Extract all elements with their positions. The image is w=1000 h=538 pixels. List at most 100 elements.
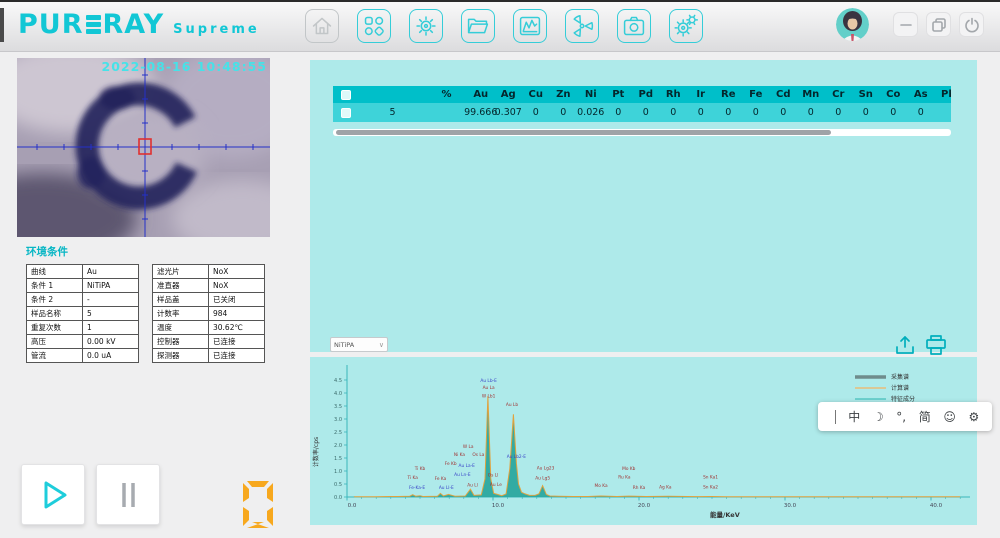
spectrum-button[interactable] xyxy=(513,9,547,43)
results-column-header: Pd xyxy=(632,86,660,103)
env-label: 重复次数 xyxy=(27,321,83,335)
peak-annotation: Fe-Ka-E xyxy=(409,485,425,491)
punctuation-item[interactable]: °, xyxy=(896,411,906,423)
peak-annotation: Au Ll xyxy=(467,483,478,489)
camera-view[interactable]: 2022-08-16 10:48:55 xyxy=(17,58,270,237)
env-label: 条件 1 xyxy=(27,279,83,293)
apps-icon xyxy=(358,9,390,43)
folder-button[interactable] xyxy=(461,9,495,43)
service-button[interactable] xyxy=(669,9,703,43)
ime-settings-icon[interactable]: ⚙ xyxy=(969,411,980,423)
restore-button[interactable] xyxy=(926,12,951,37)
start-button[interactable] xyxy=(21,464,85,525)
env-value: 30.62℃ xyxy=(209,321,265,335)
results-data-row[interactable]: 599.6660.307000.026000000000000 xyxy=(333,103,951,122)
env-value: NiTiPA xyxy=(83,279,139,293)
svg-text:能量/KeV: 能量/KeV xyxy=(710,510,740,519)
export-button[interactable] xyxy=(893,335,917,355)
results-cell: 0 xyxy=(825,103,853,122)
results-column-header: Pt xyxy=(605,86,633,103)
svg-text:0.5: 0.5 xyxy=(334,482,342,488)
checkbox-cell[interactable] xyxy=(333,103,359,122)
brand-e-glyph xyxy=(86,13,101,37)
emoji-icon[interactable]: ☺ xyxy=(943,411,956,423)
peak-annotation: Ni Ka xyxy=(454,452,466,458)
preset-dropdown[interactable]: NiTiPA ∨ xyxy=(330,337,388,352)
results-cell: 0 xyxy=(852,103,880,122)
camera-button[interactable] xyxy=(617,9,651,43)
env-row: 条件 1NiTiPA xyxy=(27,279,139,293)
moon-icon[interactable]: ☽ xyxy=(873,411,884,423)
text-cursor-icon[interactable] xyxy=(835,410,836,424)
env-value: NoX xyxy=(209,265,265,279)
env-row: 条件 2- xyxy=(27,293,139,307)
peak-annotation: Os La xyxy=(472,452,484,458)
seven-segment-digit xyxy=(243,481,273,528)
pause-button[interactable] xyxy=(96,464,160,525)
home-button[interactable] xyxy=(305,9,339,43)
results-column-header: Au xyxy=(467,86,495,103)
peak-annotation: Fe Kb xyxy=(445,461,457,467)
main-toolbar xyxy=(305,9,703,43)
row-checkbox[interactable] xyxy=(341,108,351,118)
minimize-button[interactable] xyxy=(893,12,918,37)
service-icon xyxy=(670,9,702,43)
svg-text:1.0: 1.0 xyxy=(334,469,342,475)
env-label: 控制器 xyxy=(153,335,209,349)
sample-photo xyxy=(17,58,270,237)
results-scrollbar-thumb[interactable] xyxy=(336,130,831,135)
power-button[interactable] xyxy=(959,12,984,37)
camera-timestamp: 2022-08-16 10:48:55 xyxy=(102,59,268,74)
radiation-icon xyxy=(566,9,598,43)
restore-icon xyxy=(931,17,947,33)
preset-dropdown-value: NiTiPA xyxy=(334,341,354,349)
radiation-button[interactable] xyxy=(565,9,599,43)
svg-text:0.0: 0.0 xyxy=(348,503,357,509)
peak-annotation: W La xyxy=(463,444,474,450)
env-value: NoX xyxy=(209,279,265,293)
checkbox-cell[interactable] xyxy=(333,86,359,103)
env-value: 0.0 uA xyxy=(83,349,139,363)
brand-name: PURRAY xyxy=(18,9,164,40)
results-header-row: %AuAgCuZnNiPtPdRhIrReFeCdMnCrSnCoAsPb xyxy=(333,86,951,103)
env-value: 0.00 kV xyxy=(83,335,139,349)
env-row: 探测器已连接 xyxy=(153,349,265,363)
chinese-mode-item[interactable]: 中 xyxy=(848,411,860,423)
environment-title: 环境条件 xyxy=(26,244,68,259)
row-checkbox[interactable] xyxy=(341,90,351,100)
user-area xyxy=(836,8,984,41)
svg-text:20.0: 20.0 xyxy=(638,503,651,509)
results-cell: 0 xyxy=(715,103,743,122)
results-column-header: Re xyxy=(715,86,743,103)
ime-toolbar[interactable]: 中 ☽ °, 简 ☺ ⚙ xyxy=(818,402,992,431)
results-cell: 0 xyxy=(907,103,935,122)
peak-annotation: Fe Ka xyxy=(435,476,447,482)
results-cell: 0 xyxy=(770,103,798,122)
peak-annotation: Sn Ka2 xyxy=(703,484,718,490)
results-scrollbar[interactable] xyxy=(333,129,951,136)
peak-annotation: Os Ll xyxy=(488,473,499,479)
env-row: 控制器已连接 xyxy=(153,335,265,349)
user-avatar[interactable] xyxy=(836,8,869,41)
svg-text:10.0: 10.0 xyxy=(492,503,505,509)
results-column-header: Cu xyxy=(522,86,550,103)
apps-button[interactable] xyxy=(357,9,391,43)
env-label: 高压 xyxy=(27,335,83,349)
settings-button[interactable] xyxy=(409,9,443,43)
env-row: 温度30.62℃ xyxy=(153,321,265,335)
svg-text:计数率/cps: 计数率/cps xyxy=(312,437,320,467)
environment-table-left: 曲线Au条件 1NiTiPA条件 2-样品名称5重复次数1高压0.00 kV管流… xyxy=(26,264,139,363)
results-cell: 0 xyxy=(742,103,770,122)
app-logo: PURRAY Supreme xyxy=(18,9,260,40)
peak-annotation: Au Ln-E xyxy=(454,472,471,478)
results-cell: 0.026 xyxy=(577,103,605,122)
results-column-header: As xyxy=(907,86,935,103)
print-button[interactable] xyxy=(924,335,948,355)
env-row: 管流0.0 uA xyxy=(27,349,139,363)
brand-part-1: PUR xyxy=(18,9,84,40)
results-cell: 0 xyxy=(522,103,550,122)
env-value: 5 xyxy=(83,307,139,321)
simplified-item[interactable]: 简 xyxy=(919,411,931,423)
env-label: 温度 xyxy=(153,321,209,335)
acquisition-controls xyxy=(21,464,160,525)
